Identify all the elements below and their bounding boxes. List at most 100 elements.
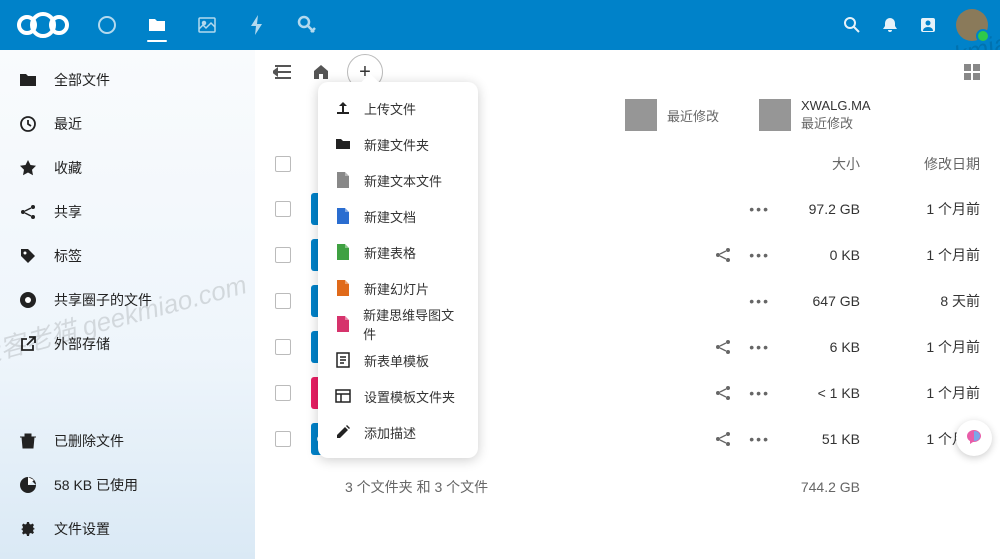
sidebar-item-all-files[interactable]: 全部文件 [0, 58, 255, 102]
row-checkbox[interactable] [275, 247, 291, 263]
sidebar-item-quota[interactable]: 58 KB 已使用 [0, 463, 255, 507]
summary-row: 3 个文件夹 和 3 个文件 744.2 GB [255, 462, 1000, 512]
share-icon[interactable] [715, 385, 731, 401]
sidebar-item-tags[interactable]: 标签 [0, 234, 255, 278]
app-header [0, 0, 1000, 50]
doc-icon [334, 279, 352, 297]
gear-icon [18, 519, 38, 539]
logo[interactable] [12, 9, 74, 41]
share-icon[interactable] [715, 247, 731, 263]
template-icon [334, 387, 352, 405]
menu-item[interactable]: 新建文档 [318, 198, 478, 234]
sidebar-item-recent[interactable]: 最近 [0, 102, 255, 146]
summary-text: 3 个文件夹 和 3 个文件 [275, 477, 670, 497]
doc-icon [334, 243, 352, 261]
file-thumb [759, 99, 791, 131]
more-icon[interactable]: ••• [749, 293, 770, 309]
col-date-header[interactable]: 修改日期 [880, 154, 980, 174]
menu-item[interactable]: 设置模板文件夹 [318, 378, 478, 414]
file-size: < 1 KB [770, 385, 860, 401]
tag-icon [18, 246, 38, 266]
more-icon[interactable]: ••• [749, 247, 770, 263]
row-checkbox[interactable] [275, 339, 291, 355]
sidebar-item-label: 收藏 [54, 158, 82, 178]
clock-icon [18, 114, 38, 134]
share-icon[interactable] [715, 339, 731, 355]
folder-icon [18, 70, 38, 90]
menu-item[interactable]: 新建表格 [318, 234, 478, 270]
row-checkbox[interactable] [275, 385, 291, 401]
file-size: 0 KB [770, 247, 860, 263]
sidebar-item-settings[interactable]: 文件设置 [0, 507, 255, 551]
menu-item-label: 新建文档 [364, 207, 416, 226]
row-checkbox[interactable] [275, 293, 291, 309]
sidebar-item-label: 外部存储 [54, 334, 110, 354]
assistant-fab[interactable] [956, 420, 992, 456]
menu-item-label: 新表单模板 [364, 351, 429, 370]
file-date: 1 个月前 [880, 383, 980, 403]
more-icon[interactable]: ••• [749, 385, 770, 401]
doc-icon [334, 315, 351, 333]
menu-item-label: 新建思维导图文件 [363, 305, 462, 343]
menu-item[interactable]: 新建思维导图文件 [318, 306, 478, 342]
contacts-icon[interactable] [918, 15, 938, 35]
new-menu: 上传文件新建文件夹新建文本文件新建文档新建表格新建幻灯片新建思维导图文件新表单模… [318, 82, 478, 458]
sidebar-item-trash[interactable]: 已删除文件 [0, 419, 255, 463]
nav-files[interactable] [132, 0, 182, 50]
menu-item-label: 设置模板文件夹 [364, 387, 455, 406]
sidebar-item-favorites[interactable]: 收藏 [0, 146, 255, 190]
file-date: 1 个月前 [880, 337, 980, 357]
search-icon[interactable] [842, 15, 862, 35]
sidebar-item-label: 全部文件 [54, 70, 110, 90]
recent-item[interactable]: 最近修改 [625, 98, 719, 132]
menu-item[interactable]: 添加描述 [318, 414, 478, 450]
menu-item[interactable]: 上传文件 [318, 90, 478, 126]
more-icon[interactable]: ••• [749, 431, 770, 447]
sidebar-item-label: 文件设置 [54, 519, 110, 539]
recent-item[interactable]: XWALG.MA最近修改 [759, 98, 871, 132]
file-size: 6 KB [770, 339, 860, 355]
file-size: 647 GB [770, 293, 860, 309]
menu-item[interactable]: 新建幻灯片 [318, 270, 478, 306]
menu-item-label: 上传文件 [364, 99, 416, 118]
menu-item[interactable]: 新表单模板 [318, 342, 478, 378]
view-grid-icon[interactable] [960, 60, 984, 84]
sidebar-item-label: 已删除文件 [54, 431, 124, 451]
nav-photos[interactable] [182, 0, 232, 50]
trash-icon [18, 431, 38, 451]
row-checkbox[interactable] [275, 431, 291, 447]
share-icon [18, 202, 38, 222]
form-icon [334, 351, 352, 369]
sidebar-item-label: 58 KB 已使用 [54, 475, 138, 495]
nav-dashboard[interactable] [82, 0, 132, 50]
nav-activity[interactable] [232, 0, 282, 50]
pie-icon [18, 475, 38, 495]
sidebar-item-circles[interactable]: 共享圈子的文件 [0, 278, 255, 322]
sidebar-item-label: 共享 [54, 202, 82, 222]
sidebar-item-label: 共享圈子的文件 [54, 290, 152, 310]
notifications-icon[interactable] [880, 15, 900, 35]
doc-icon [334, 207, 352, 225]
share-icon[interactable] [715, 431, 731, 447]
sidebar-item-shares[interactable]: 共享 [0, 190, 255, 234]
summary-total: 744.2 GB [770, 479, 860, 495]
menu-item[interactable]: 新建文本文件 [318, 162, 478, 198]
avatar[interactable] [956, 9, 988, 41]
sidebar-item-external[interactable]: 外部存储 [0, 322, 255, 366]
select-all-checkbox[interactable] [275, 156, 291, 172]
nav-passwords[interactable] [282, 0, 332, 50]
home-icon[interactable] [309, 60, 333, 84]
menu-item[interactable]: 新建文件夹 [318, 126, 478, 162]
doc-icon [334, 171, 352, 189]
col-size-header[interactable]: 大小 [770, 154, 860, 174]
row-checkbox[interactable] [275, 201, 291, 217]
toggle-sidebar-icon[interactable] [271, 60, 295, 84]
menu-item-label: 新建文本文件 [364, 171, 442, 190]
file-size: 51 KB [770, 431, 860, 447]
header-right [842, 9, 988, 41]
more-icon[interactable]: ••• [749, 339, 770, 355]
file-date: 1 个月前 [880, 199, 980, 219]
more-icon[interactable]: ••• [749, 201, 770, 217]
sidebar: 全部文件 最近 收藏 共享 标签 共享圈子的文件 外部存储 已删除文件 58 K… [0, 50, 255, 559]
external-icon [18, 334, 38, 354]
